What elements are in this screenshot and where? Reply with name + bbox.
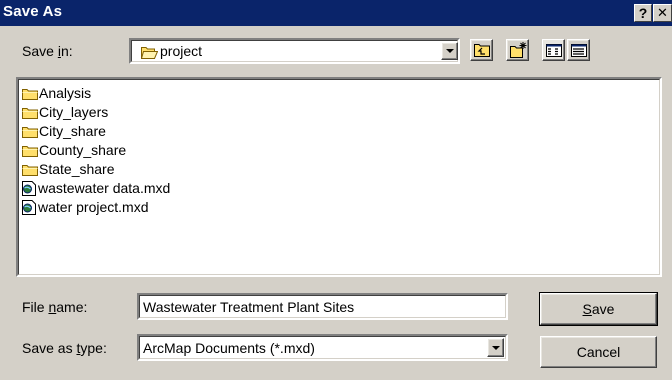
list-item-label: Analysis: [39, 84, 92, 101]
cancel-button[interactable]: Cancel: [540, 336, 657, 368]
folder-open-icon: [140, 46, 159, 59]
folder-icon: [22, 87, 38, 100]
save-as-type-combo[interactable]: ArcMap Documents (*.mxd): [137, 334, 508, 361]
save-as-type-label: Save as type:: [22, 340, 107, 356]
list-item[interactable]: wastewater data.mxd: [22, 178, 170, 197]
save-in-value: project: [160, 43, 203, 59]
list-item[interactable]: City_layers: [22, 102, 108, 121]
list-item[interactable]: Analysis: [22, 83, 91, 102]
file-list[interactable]: Analysis City_layers City_share County_shar…: [16, 77, 662, 277]
close-button[interactable]: ✕: [653, 4, 672, 22]
list-item[interactable]: City_share: [22, 121, 106, 140]
save-button[interactable]: Save: [540, 293, 657, 325]
title-bar[interactable]: Save As ? ✕: [0, 0, 672, 26]
close-icon: ✕: [657, 5, 668, 20]
list-item-label: wastewater data.mxd: [38, 179, 171, 196]
folder-icon: [22, 106, 38, 119]
chevron-down-icon: [492, 346, 500, 350]
list-item-label: State_share: [39, 160, 115, 177]
list-item[interactable]: water project.mxd: [22, 197, 148, 216]
file-name-input[interactable]: Wastewater Treatment Plant Sites: [137, 293, 508, 320]
save-as-dialog: Save As ? ✕ Save in: project Analysis Ci…: [0, 0, 672, 380]
list-item[interactable]: County_share: [22, 140, 126, 159]
up-one-level-button[interactable]: [470, 39, 493, 61]
save-in-dropdown-button[interactable]: [441, 42, 458, 60]
create-new-folder-icon: [510, 42, 527, 58]
file-name-label: File name:: [22, 299, 88, 315]
chevron-down-icon: [446, 49, 454, 53]
map-document-icon: [22, 180, 36, 196]
folder-icon: [22, 125, 38, 138]
cancel-button-label: Cancel: [576, 344, 621, 360]
save-as-type-value: ArcMap Documents (*.mxd): [143, 340, 315, 356]
save-as-type-dropdown-button[interactable]: [487, 338, 504, 357]
details-view-button[interactable]: [567, 39, 590, 61]
list-item-label: water project.mxd: [38, 198, 149, 215]
list-item-label: City_layers: [39, 103, 109, 120]
save-in-label: Save in:: [22, 43, 73, 59]
file-name-value: Wastewater Treatment Plant Sites: [143, 299, 355, 315]
details-view-icon: [571, 44, 587, 57]
window-title: Save As: [3, 3, 63, 20]
list-item[interactable]: State_share: [22, 159, 115, 178]
create-new-folder-button[interactable]: [506, 39, 529, 61]
list-view-button[interactable]: [542, 39, 565, 61]
map-document-icon: [22, 199, 36, 215]
list-item-label: County_share: [39, 141, 127, 158]
help-icon: ?: [638, 5, 648, 21]
save-in-combo[interactable]: project: [129, 38, 460, 64]
up-one-level-icon: [474, 44, 490, 57]
list-view-icon: [546, 44, 562, 57]
folder-icon: [22, 144, 38, 157]
folder-icon: [22, 163, 38, 176]
help-button[interactable]: ?: [634, 4, 652, 22]
save-button-label: Save: [582, 301, 615, 317]
list-item-label: City_share: [39, 122, 106, 139]
